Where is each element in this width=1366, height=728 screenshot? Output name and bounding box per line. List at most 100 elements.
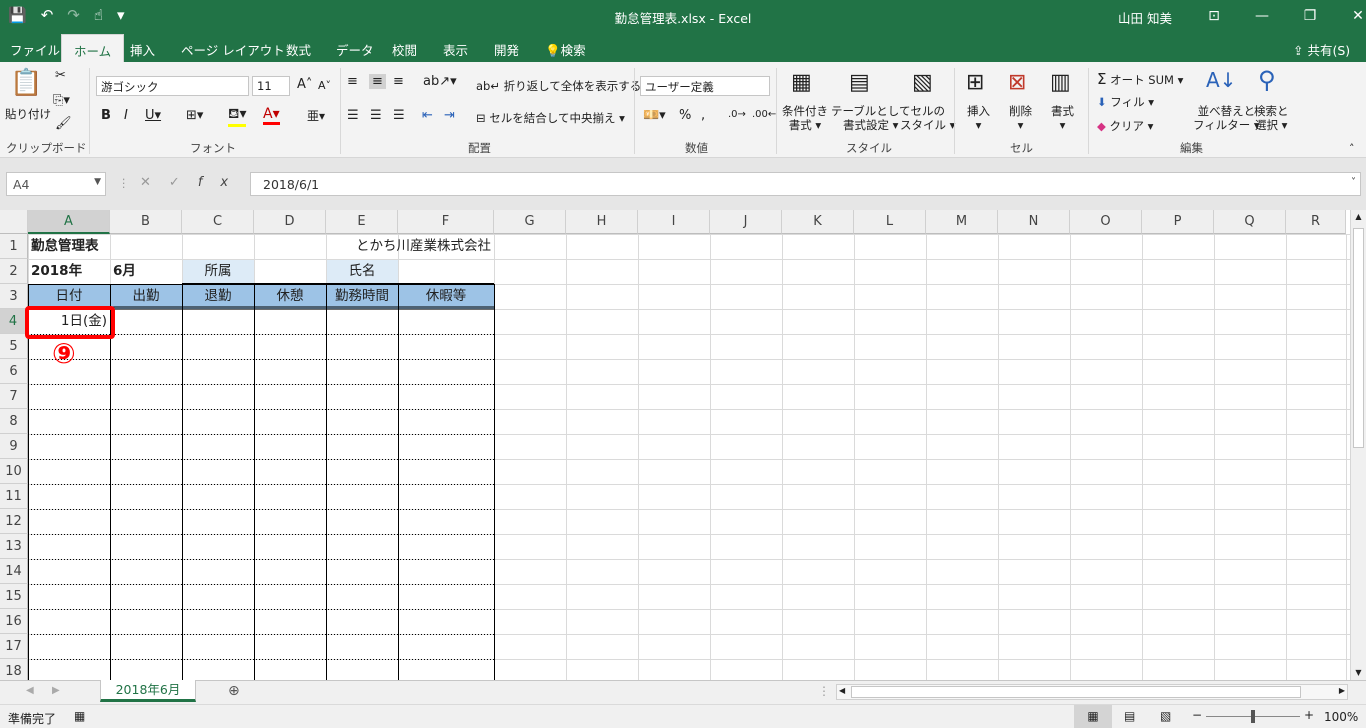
format-cells-button[interactable]: 書式 ▾ — [1051, 104, 1074, 132]
tab-home[interactable]: ホーム — [61, 34, 125, 62]
tab-page-layout[interactable]: ページ レイアウト — [181, 40, 285, 59]
font-color-icon[interactable]: A▾ — [263, 106, 280, 125]
column-header-h[interactable]: H — [566, 210, 638, 234]
fill-color-icon[interactable]: ⛾▾ — [228, 106, 247, 127]
view-normal-icon[interactable]: ▦ — [1074, 705, 1112, 728]
scroll-down-icon[interactable]: ▼ — [1351, 666, 1366, 680]
row-header-13[interactable]: 13 — [0, 534, 28, 559]
zoom-level[interactable]: 100% — [1324, 710, 1358, 724]
font-name-select[interactable]: 游ゴシック — [96, 76, 249, 96]
header-3[interactable]: 退勤 — [185, 284, 251, 309]
insert-cells-icon[interactable]: ⊞ — [966, 70, 984, 95]
row-header-8[interactable]: 8 — [0, 409, 28, 434]
formula-input[interactable]: 2018/6/1 ˅ — [250, 172, 1361, 196]
sort-filter-icon[interactable]: A↓ — [1206, 68, 1236, 92]
percent-icon[interactable]: % — [679, 108, 691, 123]
align-bottom-icon[interactable]: ≡ — [393, 74, 404, 89]
row-header-11[interactable]: 11 — [0, 484, 28, 509]
wrap-text-button[interactable]: ab↵ 折り返して全体を表示する — [476, 78, 641, 94]
tab-formulas[interactable]: 数式 — [286, 40, 311, 59]
column-header-b[interactable]: B — [110, 210, 182, 234]
vertical-scrollbar[interactable]: ▲ ▼ — [1350, 210, 1366, 680]
enter-icon[interactable]: ✓ — [169, 175, 198, 190]
number-format-select[interactable]: ユーザー定義 — [640, 76, 770, 96]
cell-c2[interactable]: 所属 — [185, 259, 251, 284]
header-2[interactable]: 出勤 — [113, 284, 179, 309]
share-button[interactable]: ⇪ 共有(S) — [1293, 40, 1350, 59]
close-icon[interactable]: ✕ — [1334, 4, 1366, 28]
align-center-icon[interactable]: ☰ — [370, 108, 382, 123]
tab-review[interactable]: 校閲 — [392, 40, 417, 59]
cell-b2[interactable]: 6月 — [113, 259, 179, 284]
fx-icon[interactable]: fx — [198, 175, 246, 190]
merge-center-button[interactable]: ⊟ セルを結合して中央揃え ▾ — [476, 110, 625, 126]
cell-styles-icon[interactable]: ▧ — [912, 70, 933, 95]
increase-decimal-icon[interactable]: .0→ — [728, 109, 746, 120]
cell-a1[interactable]: 勤怠管理表 — [31, 234, 179, 259]
view-page-break-icon[interactable]: ▧ — [1160, 709, 1171, 723]
horizontal-scrollbar[interactable]: ◀ ▶ — [836, 684, 1348, 700]
header-5[interactable]: 勤務時間 — [329, 284, 395, 309]
column-header-c[interactable]: C — [182, 210, 254, 234]
paste-button[interactable]: 貼り付け — [5, 106, 51, 122]
autosum-button[interactable]: Σ オート SUM ▾ — [1097, 70, 1183, 88]
tab-developer[interactable]: 開発 — [494, 40, 519, 59]
cell-styles-button[interactable]: セルの スタイル ▾ — [900, 104, 955, 132]
column-header-g[interactable]: G — [494, 210, 566, 234]
row-header-2[interactable]: 2 — [0, 259, 28, 284]
view-page-layout-icon[interactable]: ▤ — [1124, 709, 1135, 723]
prev-sheet-icon[interactable]: ◀ — [26, 685, 34, 696]
fill-button[interactable]: ⬇ フィル ▾ — [1097, 94, 1154, 110]
row-header-18[interactable]: 18 — [0, 659, 28, 680]
hscroll-thumb[interactable] — [851, 686, 1301, 698]
row-header-5[interactable]: 5 — [0, 334, 28, 359]
maximize-icon[interactable]: ❐ — [1286, 4, 1334, 28]
row-header-17[interactable]: 17 — [0, 634, 28, 659]
row-header-6[interactable]: 6 — [0, 359, 28, 384]
column-header-e[interactable]: E — [326, 210, 398, 234]
row-header-10[interactable]: 10 — [0, 459, 28, 484]
header-6[interactable]: 休暇等 — [401, 284, 491, 309]
column-header-n[interactable]: N — [998, 210, 1070, 234]
scroll-left-icon[interactable]: ◀ — [839, 686, 845, 695]
sheet-tab-active[interactable]: 2018年6月 — [100, 680, 196, 702]
comma-icon[interactable]: , — [701, 108, 705, 123]
copy-icon[interactable]: ⎘▾ — [53, 93, 70, 108]
macro-record-icon[interactable]: ▦ — [74, 709, 85, 723]
row-header-9[interactable]: 9 — [0, 434, 28, 459]
decrease-decimal-icon[interactable]: .00← — [752, 109, 776, 120]
row-header-7[interactable]: 7 — [0, 384, 28, 409]
expand-formula-icon[interactable]: ˅ — [1351, 177, 1356, 188]
align-middle-icon[interactable]: ≡ — [369, 74, 386, 89]
add-sheet-icon[interactable]: ⊕ — [228, 683, 240, 699]
tab-insert[interactable]: 挿入 — [130, 40, 155, 59]
format-as-table-icon[interactable]: ▤ — [849, 70, 870, 95]
bold-icon[interactable]: B — [101, 108, 111, 123]
conditional-format-icon[interactable]: ▦ — [791, 70, 812, 95]
decrease-indent-icon[interactable]: ⇤ — [422, 108, 433, 123]
column-header-p[interactable]: P — [1142, 210, 1214, 234]
tab-view[interactable]: 表示 — [443, 40, 468, 59]
scroll-right-icon[interactable]: ▶ — [1339, 686, 1345, 695]
next-sheet-icon[interactable]: ▶ — [52, 685, 60, 696]
zoom-in-icon[interactable]: + — [1304, 708, 1314, 722]
format-cells-icon[interactable]: ▥ — [1050, 70, 1071, 95]
row-header-15[interactable]: 15 — [0, 584, 28, 609]
zoom-slider-thumb[interactable] — [1251, 710, 1255, 723]
cell-e2[interactable]: 氏名 — [329, 259, 395, 284]
increase-indent-icon[interactable]: ⇥ — [444, 108, 455, 123]
font-grow-icon[interactable]: A˄ — [297, 77, 312, 92]
cell-e1[interactable]: とかち川産業株式会社 — [329, 234, 491, 259]
column-header-f[interactable]: F — [398, 210, 494, 234]
zoom-slider[interactable] — [1206, 710, 1300, 723]
row-header-14[interactable]: 14 — [0, 559, 28, 584]
column-header-j[interactable]: J — [710, 210, 782, 234]
worksheet-grid[interactable]: ABCDEFGHIJKLMNOPQR 1 2 3 4 5 6 7 8 9 10 11 12 13 14 15… — [0, 210, 1350, 680]
align-top-icon[interactable]: ≡ — [347, 74, 358, 89]
column-header-m[interactable]: M — [926, 210, 998, 234]
user-name[interactable]: 山田 知美 — [1118, 8, 1172, 27]
phonetic-icon[interactable]: 亜▾ — [307, 107, 325, 124]
paste-icon[interactable]: 📋 — [10, 68, 42, 98]
name-box[interactable]: A4 ▼ — [6, 172, 106, 196]
column-header-r[interactable]: R — [1286, 210, 1346, 234]
